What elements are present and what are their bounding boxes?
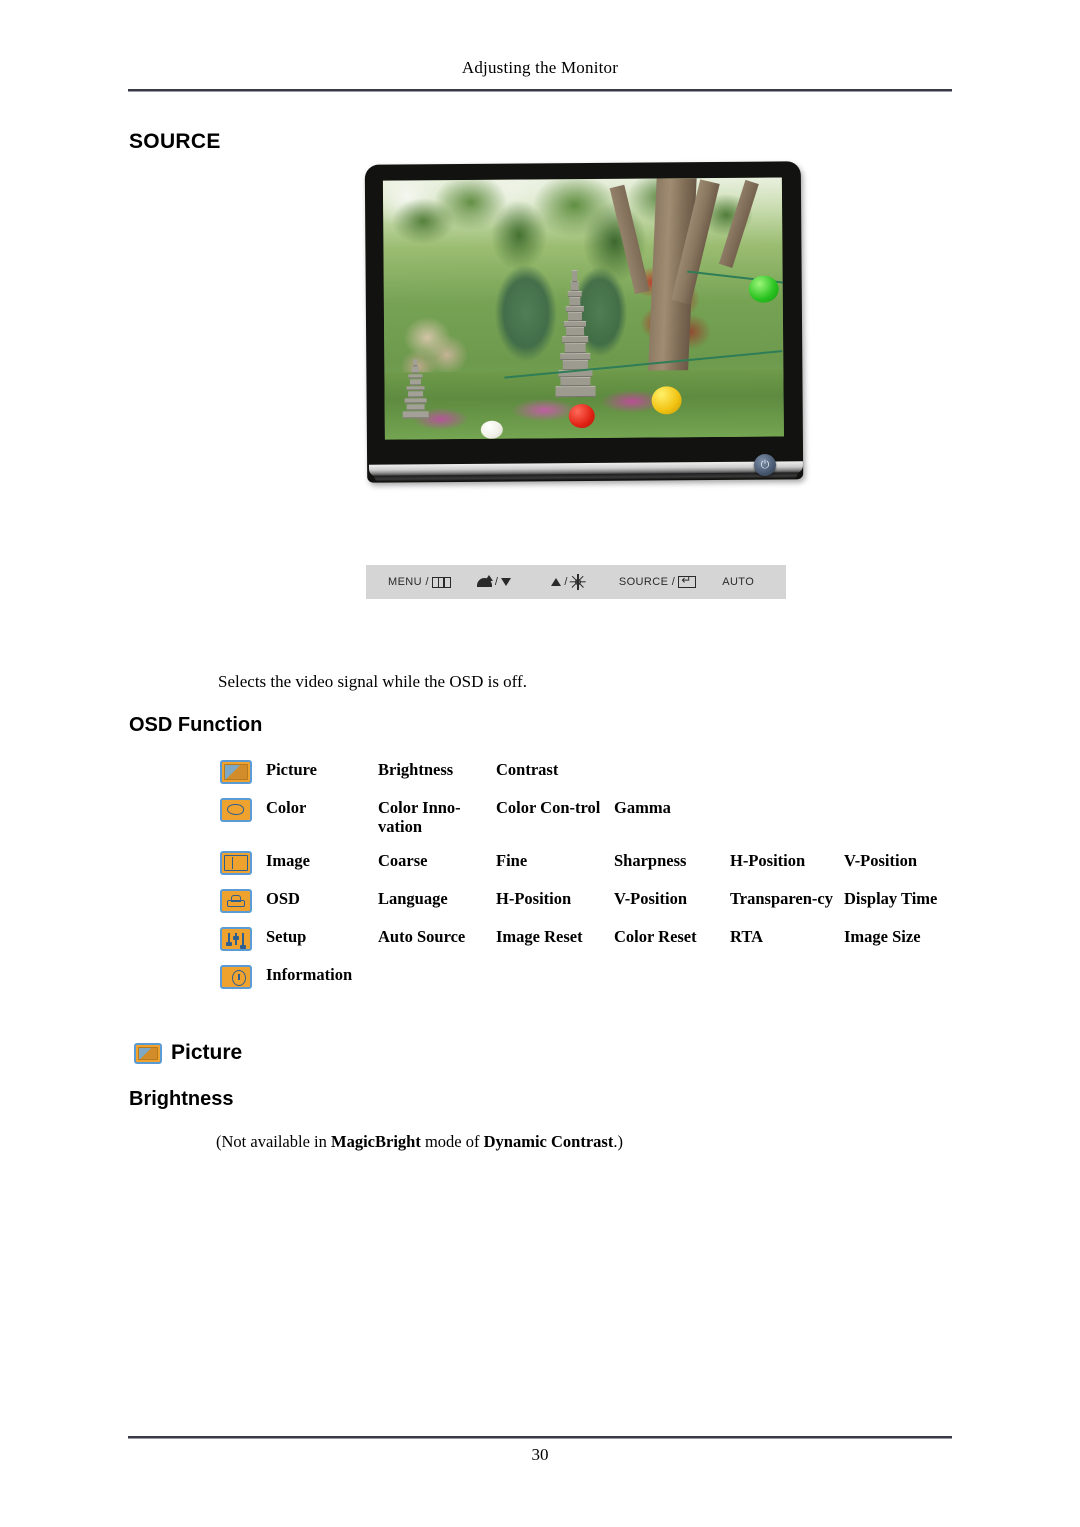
monitor-button-strip: MENU / / / SOURCE / AUTO: [366, 565, 786, 599]
table-row: OSD Language H-Position V-Position Trans…: [220, 888, 960, 927]
table-row: Image Coarse Fine Sharpness H-Position V…: [220, 850, 960, 889]
menu-button[interactable]: MENU /: [388, 576, 451, 588]
row-item-5: Image Size: [844, 926, 921, 946]
source-button-label: SOURCE /: [618, 576, 676, 588]
row-item-1: Language: [378, 888, 448, 908]
row-item-3: [614, 760, 730, 798]
row-icon-cell: [220, 926, 266, 965]
table-row: Setup Auto Source Image Reset Color Rese…: [220, 926, 960, 965]
brightness-note: (Not available in MagicBright mode of Dy…: [216, 1132, 623, 1152]
menu-button-label: MENU /: [388, 576, 429, 588]
row-item-2: Image Reset: [496, 926, 583, 946]
row-item-5: [844, 760, 960, 798]
row-item-1: Auto Source: [378, 926, 466, 946]
contrast-icon: [476, 574, 493, 587]
row-name: OSD: [266, 888, 300, 908]
note-prefix: (Not available in: [216, 1132, 332, 1151]
row-item-2: H-Position: [496, 888, 572, 908]
running-header-title: Adjusting the Monitor: [461, 58, 619, 77]
row-item-3: Sharpness: [614, 850, 687, 870]
osd-function-table: Picture Brightness Contrast Color Color …: [220, 760, 960, 1003]
row-item-2: [496, 965, 614, 1003]
row-name: Picture: [266, 760, 318, 779]
table-row: Picture Brightness Contrast: [220, 760, 960, 798]
osd-icon: [220, 888, 252, 913]
power-icon[interactable]: ⏻: [754, 454, 776, 476]
note-middle: mode of: [420, 1132, 484, 1151]
page-number: 30: [531, 1445, 549, 1464]
note-suffix: .): [613, 1132, 623, 1151]
monitor-illustration: ⏻: [364, 161, 804, 508]
image-icon: [220, 850, 252, 875]
screen-lantern-red: [568, 403, 595, 428]
picture-icon: [220, 760, 252, 784]
picture-heading-label: Picture: [171, 1041, 243, 1064]
screen-lantern-yellow: [651, 385, 683, 415]
row-item-1: Color Inno-vation: [378, 798, 461, 837]
row-name: Setup: [266, 926, 307, 946]
row-name: Image: [266, 850, 310, 870]
setup-sliders-icon: [220, 926, 252, 951]
source-heading: SOURCE: [129, 130, 221, 153]
auto-button[interactable]: AUTO: [722, 576, 754, 588]
source-caption: Selects the video signal while the OSD i…: [218, 672, 527, 691]
table-row: Information: [220, 964, 960, 1003]
brightness-subheading: Brightness: [129, 1088, 234, 1110]
monitor-bezel: [364, 161, 804, 483]
osd-function-heading: OSD Function: [129, 714, 263, 736]
note-dynamic-contrast: Dynamic Contrast: [483, 1132, 614, 1151]
row-item-1: [378, 965, 496, 1003]
row-item-3: Gamma: [614, 798, 671, 817]
row-item-4: Transparen-cy: [730, 888, 833, 908]
row-item-4: RTA: [730, 926, 764, 946]
auto-button-label: AUTO: [722, 576, 755, 588]
monitor-screen: [382, 177, 784, 440]
row-name: Information: [266, 964, 353, 984]
row-item-5: [844, 798, 960, 851]
screen-stone-pagoda: [551, 268, 598, 397]
row-item-4: H-Position: [730, 850, 806, 870]
row-icon-cell: [220, 850, 266, 889]
header-divider: [128, 89, 952, 92]
source-enter-button[interactable]: SOURCE /: [618, 573, 697, 588]
row-icon-cell: [220, 798, 266, 851]
enter-icon: [678, 573, 697, 588]
footer-divider: [128, 1436, 952, 1439]
picture-icon: [134, 1042, 162, 1064]
row-item-1: Brightness: [378, 760, 454, 779]
color-palette-icon: [220, 798, 252, 822]
row-item-1: Coarse: [378, 850, 428, 870]
row-item-5: Display Time: [844, 888, 938, 908]
contrast-down-label: /: [494, 576, 499, 588]
row-name: Color: [266, 798, 307, 817]
row-item-4: [730, 965, 844, 1003]
row-icon-cell: [220, 888, 266, 927]
brightness-sun-icon: [569, 574, 586, 590]
row-item-3: Color Reset: [614, 926, 697, 946]
screen-lantern-white: [480, 420, 503, 439]
running-header: Adjusting the Monitor: [128, 58, 952, 78]
row-icon-cell: [220, 760, 266, 798]
note-magicbright: MagicBright: [331, 1132, 421, 1151]
row-item-4: [730, 760, 844, 798]
triangle-up-icon: [551, 578, 562, 586]
menu-icon: [431, 576, 451, 588]
table-row: Color Color Inno-vation Color Con-trol G…: [220, 798, 960, 851]
row-icon-cell: [220, 964, 266, 1003]
row-item-2: Color Con-trol: [496, 798, 601, 817]
row-item-5: V-Position: [844, 850, 918, 870]
contrast-down-button[interactable]: /: [476, 574, 512, 588]
triangle-down-icon: [501, 578, 512, 586]
screen-stone-pagoda-small: [400, 359, 430, 419]
picture-section-heading: Picture: [134, 1041, 242, 1065]
row-item-2: Fine: [496, 850, 528, 870]
row-item-3: [614, 965, 730, 1003]
row-item-4: [730, 798, 844, 851]
brightness-up-button[interactable]: /: [551, 574, 586, 590]
brightness-up-label: /: [564, 576, 568, 588]
information-clock-icon: [220, 964, 252, 989]
row-item-5: [844, 965, 960, 1003]
row-item-2: Contrast: [496, 760, 559, 779]
row-item-3: V-Position: [614, 888, 688, 908]
